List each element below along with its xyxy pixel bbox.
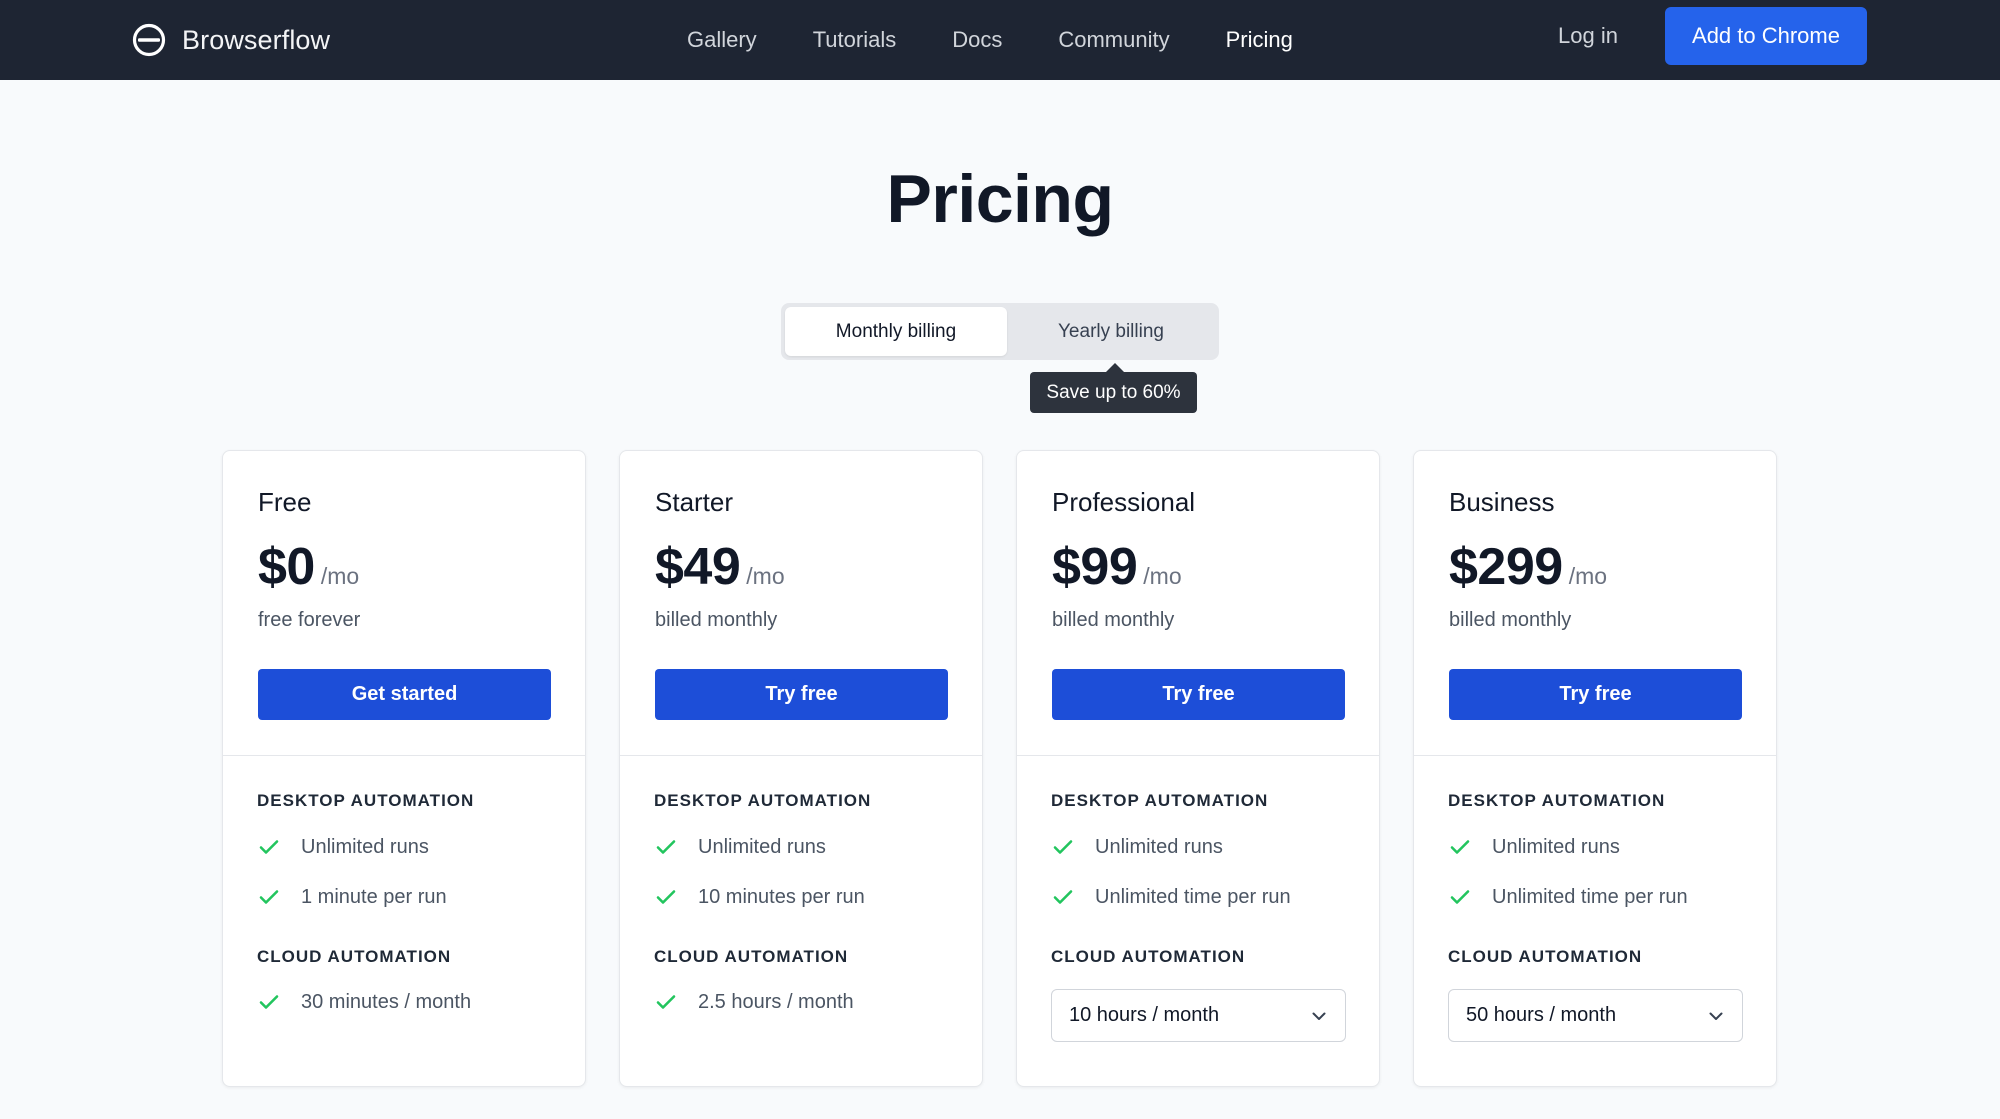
desktop-automation-title: DESKTOP AUTOMATION xyxy=(1448,791,1666,810)
desktop-automation-title: DESKTOP AUTOMATION xyxy=(654,791,872,810)
price-period: /mo xyxy=(1143,563,1182,589)
page-title: Pricing xyxy=(886,161,1115,237)
check-icon xyxy=(259,995,279,1009)
feature-text: Unlimited runs xyxy=(301,835,429,858)
chevron-down-icon xyxy=(1312,1012,1326,1020)
feature-item: 1 minute per run xyxy=(257,882,447,912)
feature-item: 2.5 hours / month xyxy=(654,987,854,1017)
nav-link-docs[interactable]: Docs xyxy=(952,27,1002,53)
nav-link-community[interactable]: Community xyxy=(1058,27,1169,53)
monthly-billing-option[interactable]: Monthly billing xyxy=(785,307,1007,356)
nav-link-tutorials[interactable]: Tutorials xyxy=(813,27,897,53)
feature-text: Unlimited runs xyxy=(1095,835,1223,858)
try-free-button[interactable]: Try free xyxy=(1052,669,1345,720)
plan-card-business: Business $299/mo billed monthly Try free… xyxy=(1413,450,1777,1087)
brand[interactable]: Browserflow xyxy=(132,17,330,63)
get-started-button[interactable]: Get started xyxy=(258,669,551,720)
plan-price: $299 xyxy=(1449,538,1563,596)
brand-name: Browserflow xyxy=(182,24,331,55)
price-period: /mo xyxy=(746,563,785,589)
feature-item: Unlimited runs xyxy=(1448,832,1620,862)
card-header: Business $299/mo billed monthly Try free xyxy=(1414,451,1776,756)
feature-item: Unlimited time per run xyxy=(1051,882,1291,912)
top-nav: Browserflow Gallery Tutorials Docs Commu… xyxy=(0,0,2000,80)
plan-price: $99 xyxy=(1052,538,1138,596)
price-row: $99/mo xyxy=(1052,537,1182,601)
select-value: 50 hours / month xyxy=(1466,1004,1617,1026)
feature-text: 10 minutes per run xyxy=(698,885,865,908)
billing-note: free forever xyxy=(258,609,361,631)
feature-text: Unlimited runs xyxy=(1492,835,1620,858)
cloud-automation-title: CLOUD AUTOMATION xyxy=(257,947,452,966)
feature-text: Unlimited time per run xyxy=(1095,885,1291,908)
check-icon xyxy=(656,890,676,904)
cloud-hours-select[interactable]: 10 hours / month xyxy=(1051,989,1346,1042)
select-value: 10 hours / month xyxy=(1069,1004,1220,1026)
feature-item: Unlimited runs xyxy=(1051,832,1223,862)
cloud-automation-title: CLOUD AUTOMATION xyxy=(654,947,849,966)
add-to-chrome-button[interactable]: Add to Chrome xyxy=(1665,7,1867,65)
check-icon xyxy=(1053,890,1073,904)
desktop-automation-title: DESKTOP AUTOMATION xyxy=(257,791,475,810)
check-icon xyxy=(259,890,279,904)
price-row: $299/mo xyxy=(1449,537,1607,601)
feature-text: 2.5 hours / month xyxy=(698,990,854,1013)
check-icon xyxy=(1450,890,1470,904)
billing-note: billed monthly xyxy=(1052,609,1175,631)
check-icon xyxy=(656,995,676,1009)
try-free-button[interactable]: Try free xyxy=(1449,669,1742,720)
feature-text: 1 minute per run xyxy=(301,885,447,908)
plan-card-starter: Starter $49/mo billed monthly Try free D… xyxy=(619,450,983,1087)
card-header: Free $0/mo free forever Get started xyxy=(223,451,585,756)
plan-name: Free xyxy=(258,487,312,517)
plan-card-professional: Professional $99/mo billed monthly Try f… xyxy=(1016,450,1380,1087)
billing-toggle: Monthly billing Yearly billing xyxy=(781,303,1219,360)
tooltip-arrow xyxy=(1106,363,1124,372)
feature-item: Unlimited runs xyxy=(654,832,826,862)
feature-item: Unlimited time per run xyxy=(1448,882,1688,912)
feature-text: Unlimited time per run xyxy=(1492,885,1688,908)
login-link[interactable]: Log in xyxy=(1558,0,1618,72)
plan-name: Business xyxy=(1449,487,1555,517)
price-period: /mo xyxy=(1568,563,1608,589)
card-header: Professional $99/mo billed monthly Try f… xyxy=(1017,451,1379,756)
savings-tooltip: Save up to 60% xyxy=(1030,372,1197,413)
plan-name: Professional xyxy=(1052,487,1196,517)
price-row: $49/mo xyxy=(655,537,785,601)
cloud-automation-title: CLOUD AUTOMATION xyxy=(1448,947,1643,966)
feature-item: Unlimited runs xyxy=(257,832,429,862)
feature-item: 10 minutes per run xyxy=(654,882,865,912)
billing-note: billed monthly xyxy=(655,609,778,631)
plan-name: Starter xyxy=(655,487,734,517)
nav-links: Gallery Tutorials Docs Community Pricing xyxy=(687,0,1349,80)
price-row: $0/mo xyxy=(258,537,359,601)
chevron-down-icon xyxy=(1709,1012,1723,1020)
plan-price: $49 xyxy=(655,538,741,596)
check-icon xyxy=(1450,840,1470,854)
check-icon xyxy=(1053,840,1073,854)
browserflow-logo-icon xyxy=(132,23,166,57)
check-icon xyxy=(259,840,279,854)
nav-link-pricing[interactable]: Pricing xyxy=(1226,27,1293,53)
nav-link-gallery[interactable]: Gallery xyxy=(687,27,757,53)
price-period: /mo xyxy=(320,563,360,589)
feature-text: 30 minutes / month xyxy=(301,990,472,1013)
card-header: Starter $49/mo billed monthly Try free xyxy=(620,451,982,756)
billing-note: billed monthly xyxy=(1449,609,1572,631)
feature-text: Unlimited runs xyxy=(698,835,826,858)
try-free-button[interactable]: Try free xyxy=(655,669,948,720)
check-icon xyxy=(656,840,676,854)
yearly-billing-option[interactable]: Yearly billing xyxy=(1007,307,1215,356)
desktop-automation-title: DESKTOP AUTOMATION xyxy=(1051,791,1269,810)
feature-item: 30 minutes / month xyxy=(257,987,471,1017)
plan-price: $0 xyxy=(258,538,315,596)
cloud-hours-select[interactable]: 50 hours / month xyxy=(1448,989,1743,1042)
pricing-cards: Free $0/mo free forever Get started DESK… xyxy=(222,450,1778,1087)
cloud-automation-title: CLOUD AUTOMATION xyxy=(1051,947,1246,966)
plan-card-free: Free $0/mo free forever Get started DESK… xyxy=(222,450,586,1087)
